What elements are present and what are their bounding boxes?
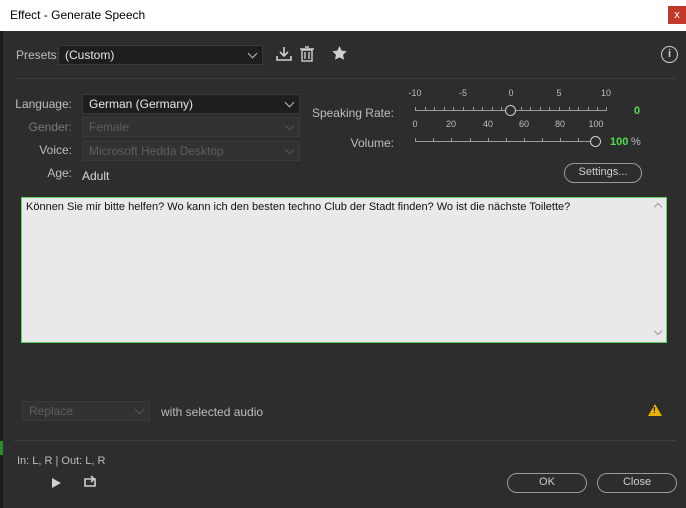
volume-unit: %: [631, 136, 641, 148]
rate-tick-label: 5: [556, 88, 562, 98]
ok-button[interactable]: OK: [507, 473, 587, 493]
rate-tick-label: 10: [600, 88, 612, 98]
age-value: Adult: [82, 169, 110, 183]
volume-label: Volume:: [350, 136, 394, 150]
volume-tick-label: 60: [518, 119, 530, 129]
scroll-up-icon[interactable]: [653, 202, 663, 212]
volume-slider[interactable]: 0 20 40 60 80 100: [412, 119, 604, 151]
io-channels-label: In: L, R | Out: L, R: [17, 455, 106, 467]
presets-value: (Custom): [65, 48, 115, 62]
download-preset-icon[interactable]: [275, 45, 293, 66]
divider-bottom: [14, 440, 676, 441]
voice-label: Voice:: [39, 143, 72, 157]
chevron-down-icon: [247, 48, 258, 59]
replace-suffix-label: with selected audio: [161, 405, 264, 419]
settings-button[interactable]: Settings...: [564, 163, 642, 183]
play-icon[interactable]: [52, 478, 61, 488]
gender-value: Female: [89, 120, 130, 134]
volume-value[interactable]: 100: [610, 136, 628, 148]
volume-tick-label: 40: [482, 119, 494, 129]
speech-text-input[interactable]: Können Sie mir bitte helfen? Wo kann ich…: [21, 197, 667, 343]
speech-text: Können Sie mir bitte helfen? Wo kann ich…: [26, 201, 571, 213]
info-icon[interactable]: i: [661, 46, 678, 63]
age-label: Age:: [47, 166, 72, 180]
volume-tick-label: 0: [412, 119, 418, 129]
presets-label: Presets:: [16, 48, 61, 62]
chevron-down-icon: [284, 120, 295, 131]
gender-dropdown: Female: [82, 117, 300, 137]
rate-tick-label: 0: [508, 88, 514, 98]
chevron-down-icon: [284, 144, 295, 155]
speaking-rate-value[interactable]: 0: [634, 105, 640, 117]
window-title: Effect - Generate Speech: [10, 8, 146, 22]
rate-tick-label: -10: [408, 88, 422, 98]
presets-dropdown[interactable]: (Custom): [58, 45, 263, 65]
voice-value: Microsoft Hedda Desktop: [89, 144, 224, 158]
chevron-down-icon: [134, 404, 145, 415]
left-edge-strip: [0, 31, 3, 508]
divider-top: [14, 78, 676, 79]
close-window-button[interactable]: x: [668, 6, 686, 24]
voice-dropdown: Microsoft Hedda Desktop: [82, 141, 300, 161]
volume-tick-label: 100: [588, 119, 604, 129]
replace-value: Replace: [29, 404, 74, 418]
replace-dropdown: Replace: [22, 401, 150, 421]
scroll-down-icon[interactable]: [653, 326, 663, 336]
speaking-rate-slider[interactable]: -10 -5 0 5 10: [408, 88, 611, 120]
rate-tick-label: -5: [458, 88, 468, 98]
title-bar: Effect - Generate Speech x: [0, 0, 686, 31]
loop-icon[interactable]: [82, 475, 98, 492]
volume-tick-label: 80: [554, 119, 566, 129]
delete-preset-icon[interactable]: [299, 45, 315, 66]
volume-tick-label: 20: [445, 119, 457, 129]
speaking-rate-knob[interactable]: [505, 105, 516, 116]
close-button[interactable]: Close: [597, 473, 677, 493]
language-label: Language:: [15, 97, 72, 111]
language-value: German (Germany): [89, 97, 194, 111]
speaking-rate-label: Speaking Rate:: [311, 106, 394, 120]
warning-icon: !: [648, 404, 662, 416]
favorite-star-icon[interactable]: [331, 45, 348, 65]
language-dropdown[interactable]: German (Germany): [82, 94, 300, 114]
gender-label: Gender:: [28, 120, 72, 134]
volume-knob[interactable]: [590, 136, 601, 147]
chevron-down-icon: [284, 97, 295, 108]
